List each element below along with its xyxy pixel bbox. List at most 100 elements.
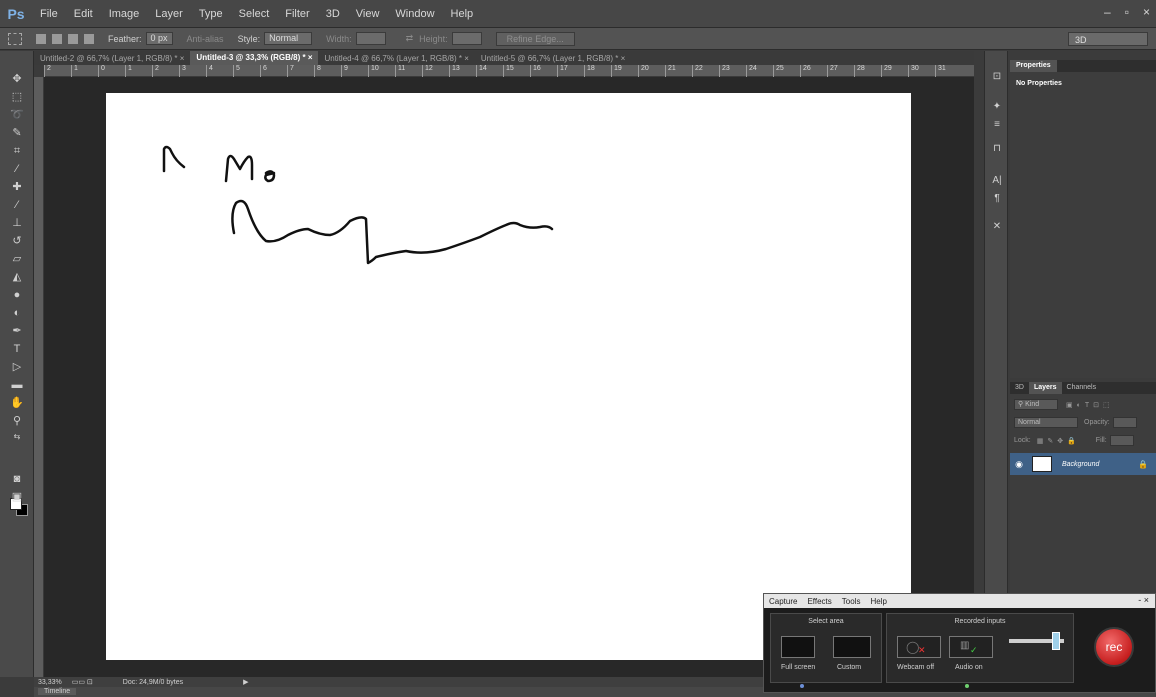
recorder-menu-tools[interactable]: Tools <box>837 597 866 606</box>
status-menu-arrow[interactable]: ▶ <box>243 678 248 686</box>
properties-tab[interactable]: Properties <box>1010 60 1057 72</box>
swap-dimensions-icon[interactable]: ⇄ <box>406 33 414 44</box>
menu-edit[interactable]: Edit <box>66 8 101 20</box>
recorder-menu-capture[interactable]: Capture <box>764 597 802 606</box>
crop-tool-icon[interactable]: ⌗ <box>10 145 24 157</box>
new-selection-icon[interactable] <box>36 33 46 44</box>
eyedropper-tool-icon[interactable]: ⁄ <box>10 163 24 175</box>
blur-tool-icon[interactable]: ● <box>10 289 24 301</box>
menu-filter[interactable]: Filter <box>277 8 317 20</box>
screen-mode-icon[interactable]: ▣ <box>10 491 24 503</box>
actions-icon[interactable]: ✦ <box>991 101 1003 113</box>
rectangle-tool-icon[interactable]: ▬ <box>10 379 24 391</box>
marquee-tool-preset-icon[interactable] <box>8 32 22 45</box>
antialias-checkbox[interactable]: Anti-alias <box>187 34 224 44</box>
menu-type[interactable]: Type <box>191 8 231 20</box>
menu-help[interactable]: Help <box>443 8 482 20</box>
tab-untitled-3[interactable]: Untitled-3 @ 33,3% (RGB/8) * × <box>190 51 319 65</box>
pen-tool-icon[interactable]: ✒ <box>10 325 24 337</box>
tool-presets-icon[interactable]: ✕ <box>991 221 1003 233</box>
character-icon[interactable]: A| <box>991 175 1003 187</box>
width-input[interactable] <box>355 32 386 45</box>
healing-brush-tool-icon[interactable]: ✚ <box>10 181 24 193</box>
tab-close-icon[interactable]: × <box>464 54 469 63</box>
visibility-eye-icon[interactable]: ◉ <box>1010 459 1028 470</box>
workspace-select[interactable]: 3D <box>1068 32 1148 46</box>
tab-close-icon[interactable]: × <box>180 54 185 63</box>
move-tool-icon[interactable]: ✥ <box>10 73 24 85</box>
tab-3d[interactable]: 3D <box>1010 382 1029 394</box>
feather-input[interactable]: 0 px <box>145 32 173 45</box>
timeline-tab[interactable]: Timeline <box>38 688 77 695</box>
menu-image[interactable]: Image <box>101 8 148 20</box>
tab-untitled-5[interactable]: Untitled-5 @ 66,7% (Layer 1, RGB/8) * × <box>475 54 631 63</box>
vertical-ruler[interactable] <box>34 77 44 677</box>
filter-icons[interactable]: ▣◐T⊡⬚ <box>1066 401 1114 409</box>
tab-untitled-4[interactable]: Untitled-4 @ 66,7% (Layer 1, RGB/8) * × <box>318 54 474 63</box>
full-screen-button[interactable] <box>781 636 815 658</box>
path-selection-tool-icon[interactable]: ▷ <box>10 361 24 373</box>
tab-layers[interactable]: Layers <box>1028 382 1062 394</box>
subtract-selection-icon[interactable] <box>68 33 78 44</box>
hand-tool-icon[interactable]: ✋ <box>10 397 24 409</box>
add-selection-icon[interactable] <box>52 33 62 44</box>
menu-file[interactable]: File <box>32 8 66 20</box>
clone-stamp-tool-icon[interactable]: ⊥ <box>10 217 24 229</box>
layer-name[interactable]: Background <box>1062 461 1138 468</box>
quick-selection-tool-icon[interactable]: ✎ <box>10 127 24 139</box>
adjustments-icon[interactable]: ≡ <box>991 119 1003 131</box>
history-brush-tool-icon[interactable]: ↺ <box>10 235 24 247</box>
tab-channels[interactable]: Channels <box>1062 382 1102 394</box>
recorder-menu-help[interactable]: Help <box>865 597 891 606</box>
lock-icons[interactable]: ▦✎✥🔒 <box>1037 437 1080 445</box>
lasso-tool-icon[interactable]: ➰ <box>10 109 24 121</box>
marquee-tool-icon[interactable]: ⬚ <box>10 91 24 103</box>
menu-view[interactable]: View <box>348 8 388 20</box>
webcam-off-label: Webcam off <box>897 664 935 671</box>
style-select[interactable]: Normal <box>264 32 313 45</box>
menu-layer[interactable]: Layer <box>147 8 191 20</box>
close-button[interactable]: × <box>1143 5 1150 19</box>
record-button[interactable]: rec <box>1094 627 1134 667</box>
type-tool-icon[interactable]: T <box>10 343 24 355</box>
audio-button[interactable]: ▥ ✓ <box>949 636 993 658</box>
tab-untitled-2[interactable]: Untitled-2 @ 66,7% (Layer 1, RGB/8) * × <box>34 54 190 63</box>
eraser-tool-icon[interactable]: ▱ <box>10 253 24 265</box>
recorder-menu-effects[interactable]: Effects <box>802 597 836 606</box>
layer-background[interactable]: ◉ Background 🔒 <box>1010 453 1156 475</box>
options-bar: Feather: 0 px Anti-alias Style: Normal W… <box>0 28 1156 50</box>
refine-edge-button[interactable]: Refine Edge... <box>495 31 575 46</box>
styles-icon[interactable]: ⊓ <box>991 143 1003 155</box>
webcam-button[interactable]: ◯ ✕ <box>897 636 941 658</box>
dodge-tool-icon[interactable]: ◐ <box>10 307 24 319</box>
menu-3d[interactable]: 3D <box>318 8 348 20</box>
minimize-button[interactable]: – <box>1104 5 1111 19</box>
recorder-close-button[interactable]: - × <box>1138 595 1149 605</box>
paragraph-icon[interactable]: ¶ <box>991 193 1003 205</box>
audio-level-thumb[interactable] <box>1052 632 1060 650</box>
style-label: Style: <box>237 33 261 44</box>
paint-bucket-tool-icon[interactable]: ◭ <box>10 271 24 283</box>
height-input[interactable] <box>451 32 482 45</box>
zoom-level[interactable]: 33,33% <box>38 679 62 686</box>
intersect-selection-icon[interactable] <box>84 33 94 44</box>
history-icon[interactable]: ⊡ <box>991 71 1003 83</box>
canvas-workspace[interactable] <box>44 77 974 677</box>
restore-button[interactable]: ▫ <box>1125 5 1129 19</box>
swap-colors-icon[interactable]: ⇆ <box>10 431 24 443</box>
custom-label: Custom <box>837 664 862 671</box>
menu-select[interactable]: Select <box>231 8 278 20</box>
fill-input[interactable] <box>1109 435 1134 446</box>
quick-mask-icon[interactable]: ◙ <box>10 473 24 485</box>
tab-close-icon[interactable]: × <box>621 54 626 63</box>
tab-close-icon[interactable]: × <box>308 53 313 62</box>
blend-mode-select[interactable]: Normal <box>1014 417 1078 428</box>
custom-area-button[interactable] <box>833 636 871 658</box>
opacity-input[interactable] <box>1112 417 1137 428</box>
document-canvas[interactable] <box>106 93 911 660</box>
layer-kind-filter[interactable]: ⚲ Kind <box>1014 399 1058 410</box>
zoom-tool-icon[interactable]: ⚲ <box>10 415 24 427</box>
horizontal-ruler[interactable]: 2 1 0 1 2 3 4 5 6 7 8 9 10 11 12 13 14 15 16 17 18 19 20 21 22 23… <box>44 65 974 77</box>
brush-tool-icon[interactable]: ⁄ <box>10 199 24 211</box>
menu-window[interactable]: Window <box>387 8 442 20</box>
